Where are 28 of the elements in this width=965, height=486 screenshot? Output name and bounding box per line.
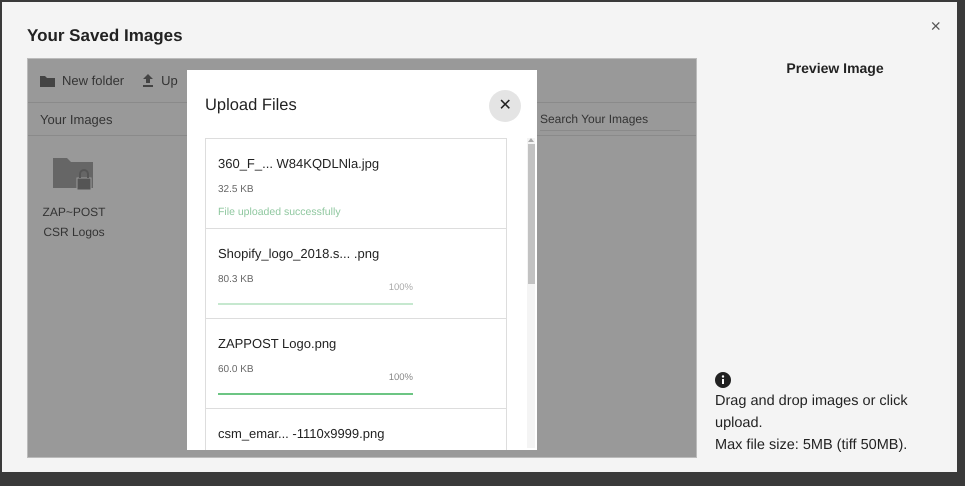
upload-icon [142, 74, 154, 88]
scroll-up-icon[interactable] [528, 138, 534, 142]
preview-title: Preview Image [785, 59, 885, 78]
toolbar-button[interactable]: New folder [40, 71, 124, 90]
file-name: csm_emar... -1110x9999.png [218, 425, 386, 443]
scrollbar[interactable] [527, 138, 535, 448]
close-button[interactable]: ✕ [489, 90, 521, 122]
file-name: ZAPPOST Logo.png [218, 335, 338, 353]
file-name: Shopify_logo_2018.s... .png [218, 245, 380, 263]
close-button[interactable]: × [924, 16, 947, 36]
file-size: 60.0 KB [218, 362, 255, 376]
folder-icon [40, 74, 55, 87]
folder-icon[interactable] [53, 156, 95, 192]
dialog-title: Your Saved Images [27, 26, 184, 46]
info-text: Drag and drop images or click upload. [715, 392, 909, 434]
file-size: 32.5 KB [218, 182, 255, 196]
file-size: 80.3 KB [218, 272, 255, 286]
folder-name[interactable]: ZAP~POST CSR Logos [34, 202, 114, 242]
status-text: File uploaded successfully [218, 204, 342, 220]
file-name: 360_F_... W84KQDLNla.jpg [218, 155, 380, 173]
dialog-title: Upload Files [205, 96, 297, 116]
info-icon [715, 372, 731, 388]
progress-percent: 100% [388, 280, 413, 294]
toolbar-button[interactable]: Up [142, 71, 178, 90]
section-heading: Your Images [40, 110, 113, 129]
info-text: Max file size: 5MB (tiff 50MB). [715, 436, 908, 456]
progress-percent: 100% [388, 370, 413, 384]
search-field[interactable]: Search Your Images [540, 108, 680, 131]
